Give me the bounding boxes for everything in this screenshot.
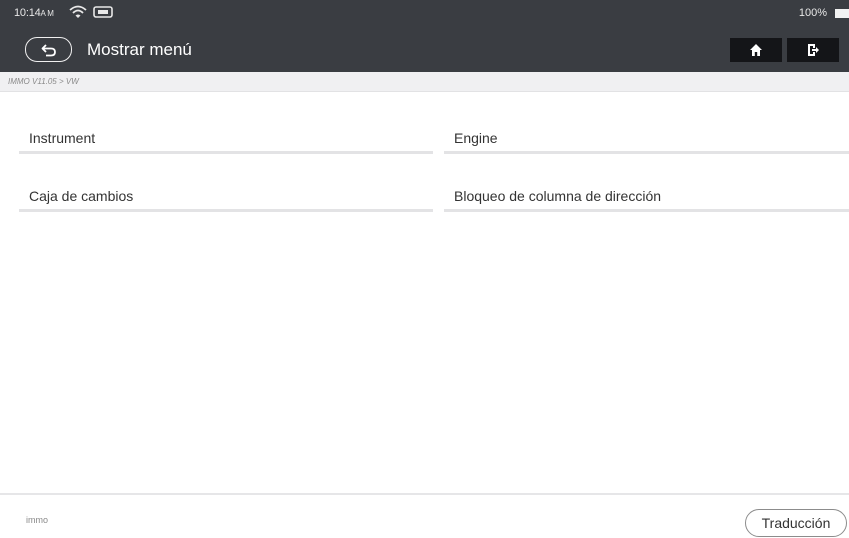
battery-icon bbox=[835, 9, 849, 18]
menu-item-label: Instrument bbox=[29, 130, 96, 146]
menu-item-label: Bloqueo de columna de dirección bbox=[454, 188, 662, 204]
menu-item-instrument[interactable]: Instrument bbox=[19, 110, 433, 154]
home-button[interactable] bbox=[730, 38, 782, 62]
status-time-value: 10:14 bbox=[14, 7, 41, 19]
menu-item-steering-lock[interactable]: Bloqueo de columna de dirección bbox=[444, 168, 849, 212]
exit-icon bbox=[808, 44, 819, 56]
vci-device-icon bbox=[93, 6, 113, 18]
footer-label: immo bbox=[26, 515, 48, 525]
menu-item-engine[interactable]: Engine bbox=[444, 110, 849, 154]
footer-bar: immo Traducción bbox=[0, 493, 849, 538]
translate-button[interactable]: Traducción bbox=[745, 509, 847, 537]
battery-percentage: 100% bbox=[798, 7, 827, 19]
home-icon bbox=[750, 44, 762, 56]
back-button[interactable] bbox=[25, 37, 72, 62]
menu-item-label: Engine bbox=[454, 130, 498, 146]
back-arrow-icon bbox=[41, 43, 56, 56]
page-title: Mostrar menú bbox=[87, 40, 192, 59]
breadcrumb-bar: IMMO V11.05 > VW bbox=[0, 72, 849, 92]
status-time: 10:14A M bbox=[14, 7, 54, 19]
breadcrumb: IMMO V11.05 > VW bbox=[8, 77, 79, 86]
exit-button[interactable] bbox=[787, 38, 839, 62]
title-bar: Mostrar menú bbox=[0, 27, 849, 72]
status-time-ampm: A M bbox=[40, 9, 54, 18]
menu-item-label: Caja de cambios bbox=[29, 188, 134, 204]
menu-item-gearbox[interactable]: Caja de cambios bbox=[19, 168, 433, 212]
status-bar: 10:14A M 100% bbox=[0, 0, 849, 27]
app-window: 10:14A M 100% Mostrar menú IMMO V11.05 >… bbox=[0, 0, 849, 538]
wifi-icon bbox=[69, 5, 87, 18]
